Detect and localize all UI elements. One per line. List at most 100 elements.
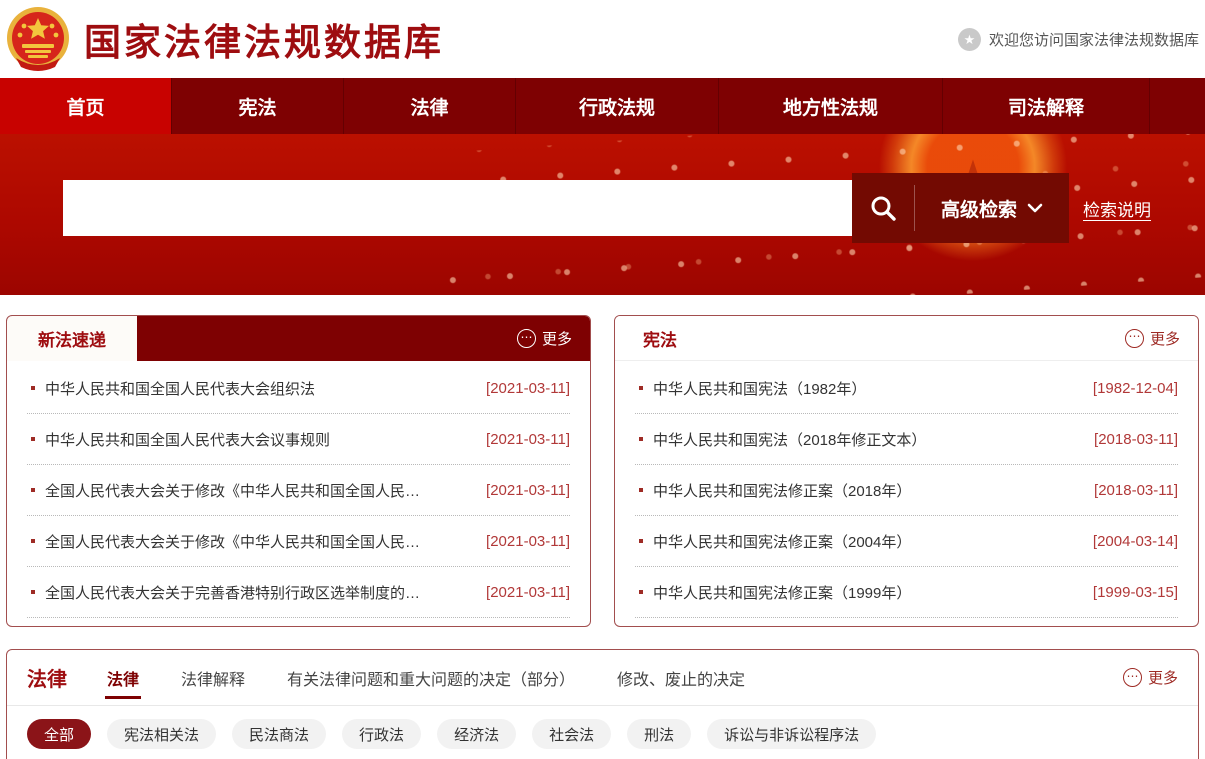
nav-filler — [1150, 78, 1205, 134]
filter-civil-commercial[interactable]: 民法商法 — [232, 719, 326, 749]
filter-social[interactable]: 社会法 — [532, 719, 611, 749]
law-title-link[interactable]: 全国人民代表大会关于完善香港特别行政区选举制度的… — [45, 582, 474, 603]
site-header: 国家法律法规数据库 ★ 欢迎您访问国家法律法规数据库 — [0, 0, 1205, 78]
more-label: 更多 — [542, 328, 572, 349]
list-item[interactable]: 中华人民共和国宪法修正案（2004年） [2004-03-14] — [635, 516, 1178, 567]
constitution-panel-title: 宪法 — [643, 326, 677, 351]
more-label: 更多 — [1150, 328, 1180, 349]
law-title-link[interactable]: 全国人民代表大会关于修改《中华人民共和国全国人民… — [45, 531, 474, 552]
more-label: 更多 — [1148, 667, 1178, 688]
tab-law-interpretation[interactable]: 法律解释 — [181, 650, 245, 705]
hero-banner: ★ 高级检索 检索说明 — [0, 134, 1205, 295]
list-item[interactable]: 全国人民代表大会关于修改《中华人民共和国全国人民… [2021-03-11] — [27, 465, 570, 516]
tab-label: 修改、废止的决定 — [617, 666, 745, 690]
constitution-list: 中华人民共和国宪法（1982年） [1982-12-04] 中华人民共和国宪法（… — [615, 361, 1198, 626]
filter-administrative[interactable]: 行政法 — [342, 719, 421, 749]
law-section-header: 法律 法律 法律解释 有关法律问题和重大问题的决定（部分） 修改、废止的决定 ⋯… — [7, 650, 1198, 706]
nav-tab-judicial-interpretation[interactable]: 司法解释 — [943, 78, 1150, 134]
law-date: [2021-03-11] — [486, 533, 570, 550]
tab-decisions-on-issues[interactable]: 有关法律问题和重大问题的决定（部分） — [287, 650, 575, 705]
law-category-filters: 全部 宪法相关法 民法商法 行政法 经济法 社会法 刑法 诉讼与非诉讼程序法 — [7, 706, 1198, 759]
law-title-link[interactable]: 中华人民共和国宪法（2018年修正文本） — [653, 429, 1082, 450]
nav-tab-local-regulations[interactable]: 地方性法规 — [719, 78, 943, 134]
law-date: [2018-03-11] — [1094, 482, 1178, 499]
law-date: [1982-12-04] — [1093, 380, 1178, 397]
law-title-link[interactable]: 中华人民共和国全国人民代表大会议事规则 — [45, 429, 474, 450]
content-panels: 新法速递 ⋯ 更多 中华人民共和国全国人民代表大会组织法 [2021-03-11… — [6, 315, 1199, 627]
bullet-icon — [639, 488, 643, 492]
law-section-more-button[interactable]: ⋯ 更多 — [1123, 667, 1178, 688]
welcome-area: ★ 欢迎您访问国家法律法规数据库 — [958, 0, 1199, 78]
search-button[interactable] — [852, 173, 914, 243]
bullet-icon — [31, 437, 35, 441]
law-title-link[interactable]: 中华人民共和国宪法修正案（2018年） — [653, 480, 1082, 501]
list-item[interactable]: 中华人民共和国宪法（1982年） [1982-12-04] — [635, 363, 1178, 414]
filter-all[interactable]: 全部 — [27, 719, 91, 749]
list-item[interactable]: 中华人民共和国宪法修正案（1999年） [1999-03-15] — [635, 567, 1178, 618]
search-input[interactable] — [63, 180, 852, 236]
law-title-link[interactable]: 中华人民共和国全国人民代表大会组织法 — [45, 378, 474, 399]
law-section-title: 法律 — [27, 663, 67, 692]
tab-amend-repeal-decisions[interactable]: 修改、废止的决定 — [617, 650, 745, 705]
bullet-icon — [639, 590, 643, 594]
law-date: [2021-03-11] — [486, 584, 570, 601]
search-controls: 高级检索 — [852, 173, 1069, 243]
nav-tab-constitution[interactable]: 宪法 — [172, 78, 344, 134]
law-date: [1999-03-15] — [1093, 584, 1178, 601]
chevron-down-icon — [1027, 203, 1043, 213]
user-star-icon: ★ — [958, 28, 981, 51]
advanced-search-button[interactable]: 高级检索 — [915, 173, 1069, 243]
law-title-link[interactable]: 中华人民共和国宪法（1982年） — [653, 378, 1081, 399]
bullet-icon — [31, 386, 35, 390]
active-tab-underline — [105, 696, 141, 699]
bullet-icon — [639, 437, 643, 441]
search-icon — [869, 194, 897, 222]
search-bar: 高级检索 检索说明 — [63, 173, 1151, 243]
tab-law[interactable]: 法律 — [107, 650, 139, 705]
new-laws-panel-header: 新法速递 ⋯ 更多 — [7, 316, 590, 361]
list-item[interactable]: 中华人民共和国全国人民代表大会议事规则 [2021-03-11] — [27, 414, 570, 465]
national-emblem-logo — [6, 6, 70, 72]
law-date: [2021-03-11] — [486, 482, 570, 499]
law-title-link[interactable]: 中华人民共和国宪法修正案（2004年） — [653, 531, 1081, 552]
bullet-icon — [639, 539, 643, 543]
bullet-icon — [31, 539, 35, 543]
tab-label: 法律 — [107, 666, 139, 690]
list-item[interactable]: 中华人民共和国宪法修正案（2018年） [2018-03-11] — [635, 465, 1178, 516]
welcome-text: 欢迎您访问国家法律法规数据库 — [989, 29, 1199, 50]
tab-new-laws[interactable]: 新法速递 — [7, 316, 137, 361]
list-item[interactable]: 全国人民代表大会关于修改《中华人民共和国全国人民… [2021-03-11] — [27, 516, 570, 567]
search-help-link[interactable]: 检索说明 — [1083, 196, 1151, 221]
nav-tab-law[interactable]: 法律 — [344, 78, 516, 134]
main-nav: 首页 宪法 法律 行政法规 地方性法规 司法解释 — [0, 78, 1205, 134]
tab-label: 法律解释 — [181, 666, 245, 690]
constitution-panel: 宪法 ⋯ 更多 中华人民共和国宪法（1982年） [1982-12-04] 中华… — [614, 315, 1199, 627]
law-date: [2021-03-11] — [486, 380, 570, 397]
law-date: [2021-03-11] — [486, 431, 570, 448]
ellipsis-icon: ⋯ — [517, 329, 536, 348]
filter-procedure[interactable]: 诉讼与非诉讼程序法 — [707, 719, 876, 749]
site-title: 国家法律法规数据库 — [84, 12, 444, 66]
law-date: [2004-03-14] — [1093, 533, 1178, 550]
list-item[interactable]: 中华人民共和国全国人民代表大会组织法 [2021-03-11] — [27, 363, 570, 414]
new-laws-more-button[interactable]: ⋯ 更多 — [517, 328, 572, 349]
law-title-link[interactable]: 全国人民代表大会关于修改《中华人民共和国全国人民… — [45, 480, 474, 501]
nav-tab-home[interactable]: 首页 — [0, 78, 172, 134]
law-title-link[interactable]: 中华人民共和国宪法修正案（1999年） — [653, 582, 1081, 603]
advanced-search-label: 高级检索 — [941, 195, 1017, 222]
list-item[interactable]: 中华人民共和国宪法（2018年修正文本） [2018-03-11] — [635, 414, 1178, 465]
bullet-icon — [639, 386, 643, 390]
new-laws-list: 中华人民共和国全国人民代表大会组织法 [2021-03-11] 中华人民共和国全… — [7, 361, 590, 626]
ellipsis-icon: ⋯ — [1123, 668, 1142, 687]
new-laws-panel: 新法速递 ⋯ 更多 中华人民共和国全国人民代表大会组织法 [2021-03-11… — [6, 315, 591, 627]
ellipsis-icon: ⋯ — [1125, 329, 1144, 348]
list-item[interactable]: 全国人民代表大会关于完善香港特别行政区选举制度的… [2021-03-11] — [27, 567, 570, 618]
tab-label: 有关法律问题和重大问题的决定（部分） — [287, 666, 575, 690]
filter-economic[interactable]: 经济法 — [437, 719, 516, 749]
nav-tab-admin-regulations[interactable]: 行政法规 — [516, 78, 719, 134]
constitution-more-button[interactable]: ⋯ 更多 — [1125, 328, 1180, 349]
filter-constitution-related[interactable]: 宪法相关法 — [107, 719, 216, 749]
filter-criminal[interactable]: 刑法 — [627, 719, 691, 749]
bullet-icon — [31, 488, 35, 492]
constitution-panel-header: 宪法 ⋯ 更多 — [615, 316, 1198, 361]
